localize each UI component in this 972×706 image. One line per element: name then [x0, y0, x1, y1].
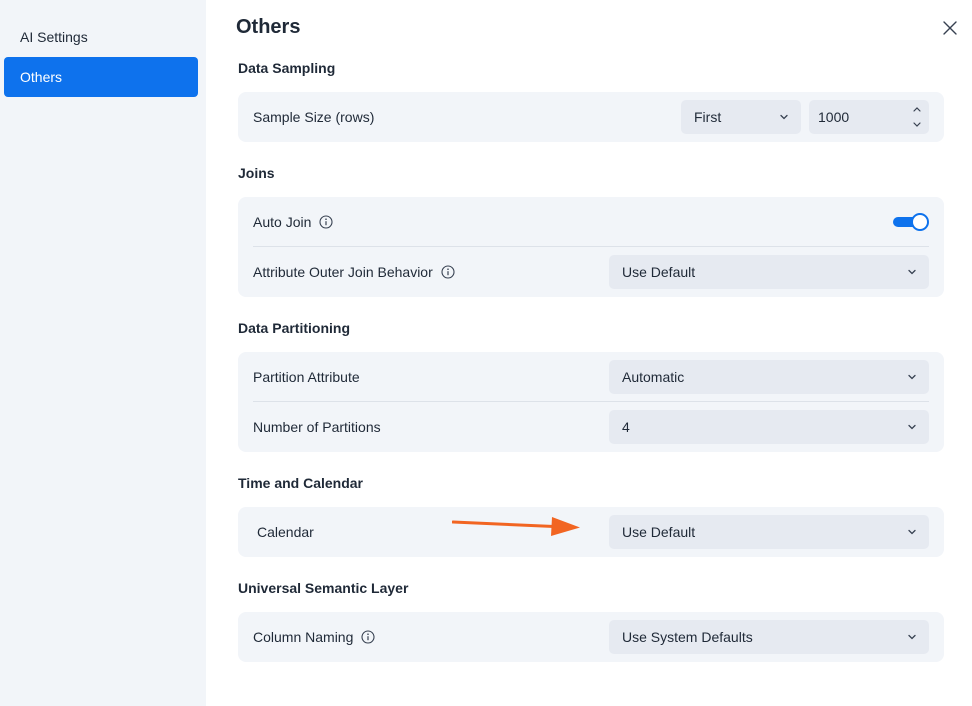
sample-size-input[interactable] — [818, 109, 898, 125]
chevron-down-icon — [913, 122, 921, 127]
outer-join-value: Use Default — [622, 264, 696, 280]
partition-attribute-row: Partition Attribute Automatic — [253, 352, 929, 402]
sample-mode-select[interactable]: First — [681, 100, 801, 134]
number-of-partitions-value: 4 — [622, 419, 630, 435]
calendar-row: Calendar Use Default — [253, 507, 929, 557]
number-of-partitions-label: Number of Partitions — [253, 419, 381, 435]
sample-size-stepper[interactable] — [809, 100, 929, 134]
close-icon[interactable] — [941, 19, 959, 37]
page-title: Others — [236, 16, 301, 38]
column-naming-row: Column Naming Use System Defaults — [253, 612, 929, 662]
chevron-up-icon — [913, 107, 921, 112]
joins-card: Auto Join Attribute Outer Join Behavior — [238, 197, 944, 297]
auto-join-label: Auto Join — [253, 213, 312, 230]
auto-join-toggle[interactable] — [893, 213, 929, 231]
sidebar-item-ai-settings[interactable]: AI Settings — [4, 17, 198, 57]
increment-button[interactable] — [909, 101, 925, 117]
decrement-button[interactable] — [909, 117, 925, 133]
info-icon[interactable] — [441, 265, 455, 279]
chevron-down-icon — [908, 634, 916, 640]
number-of-partitions-row: Number of Partitions 4 — [253, 402, 929, 452]
section-title-joins: Joins — [238, 165, 275, 181]
column-naming-value: Use System Defaults — [622, 629, 753, 645]
calendar-value: Use Default — [622, 524, 696, 540]
calendar-label: Calendar — [257, 524, 314, 540]
chevron-down-icon — [780, 114, 788, 120]
outer-join-row: Attribute Outer Join Behavior Use Defaul… — [253, 247, 929, 297]
time-calendar-card: Calendar Use Default — [238, 507, 944, 557]
column-naming-label: Column Naming — [253, 629, 354, 645]
number-of-partitions-select[interactable]: 4 — [609, 410, 929, 444]
partition-attribute-value: Automatic — [622, 369, 685, 385]
calendar-select[interactable]: Use Default — [609, 515, 929, 549]
sample-mode-value: First — [694, 109, 722, 125]
section-title-data-sampling: Data Sampling — [238, 60, 336, 76]
chevron-down-icon — [908, 424, 916, 430]
sample-size-label: Sample Size (rows) — [253, 109, 375, 125]
stepper-controls — [909, 101, 925, 133]
auto-join-label-wrap: Auto Join — [253, 214, 333, 230]
semantic-layer-card: Column Naming Use System Defaults — [238, 612, 944, 662]
data-sampling-card: Sample Size (rows) First — [238, 92, 944, 142]
section-title-time-and-calendar: Time and Calendar — [238, 475, 364, 491]
partition-attribute-select[interactable]: Automatic — [609, 360, 929, 394]
annotation-arrow — [452, 517, 580, 536]
outer-join-label-wrap: Attribute Outer Join Behavior — [253, 264, 455, 280]
column-naming-select[interactable]: Use System Defaults — [609, 620, 929, 654]
chevron-down-icon — [908, 269, 916, 275]
partition-attribute-label: Partition Attribute — [253, 368, 360, 385]
section-title-universal-semantic-layer: Universal Semantic Layer — [238, 580, 409, 596]
outer-join-select[interactable]: Use Default — [609, 255, 929, 289]
chevron-down-icon — [908, 529, 916, 535]
data-partitioning-card: Partition Attribute Automatic Number of … — [238, 352, 944, 452]
outer-join-label: Attribute Outer Join Behavior — [253, 264, 433, 280]
chevron-down-icon — [908, 374, 916, 380]
main-panel: Others Data Sampling Sample Size (rows) … — [206, 0, 972, 706]
auto-join-row: Auto Join — [253, 197, 929, 247]
info-icon[interactable] — [319, 214, 333, 229]
section-title-data-partitioning: Data Partitioning — [238, 320, 351, 336]
sidebar-item-others[interactable]: Others — [4, 57, 198, 97]
sidebar: AI Settings Others — [0, 0, 206, 706]
column-naming-label-wrap: Column Naming — [253, 629, 375, 645]
toggle-knob — [911, 213, 929, 231]
info-icon[interactable] — [361, 630, 375, 644]
sample-size-row: Sample Size (rows) First — [253, 92, 929, 142]
